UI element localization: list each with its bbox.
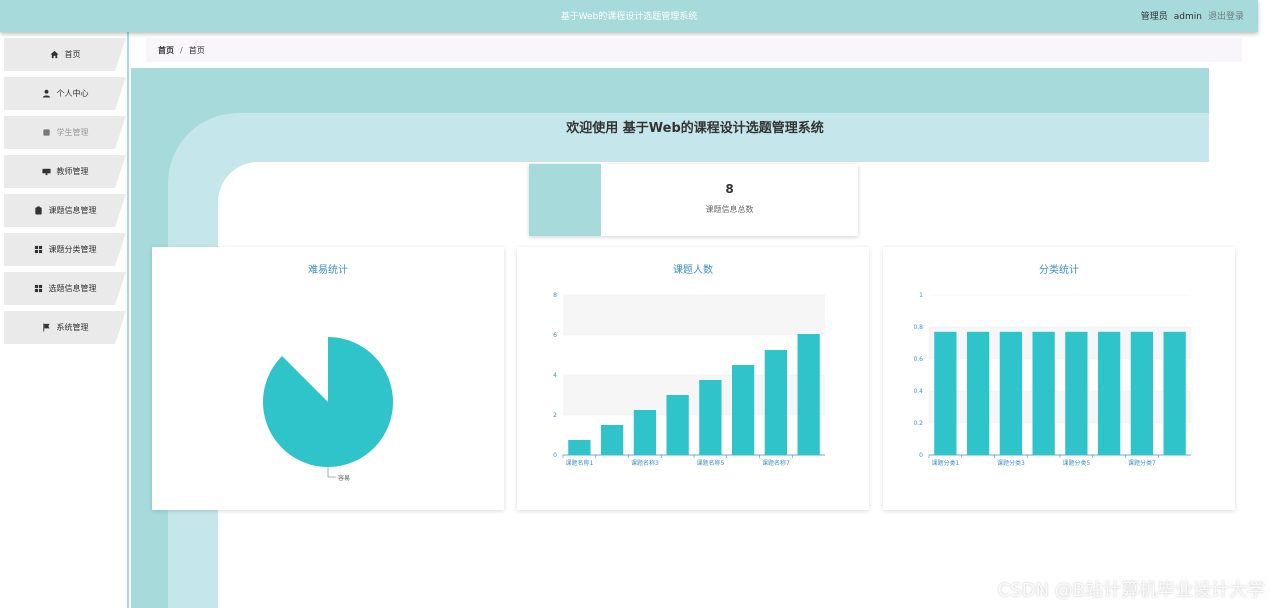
bar <box>1065 331 1088 455</box>
flag-icon <box>42 323 50 332</box>
user-role: 管理员 <box>1140 12 1168 22</box>
chart-card-category: 分类统计 0 0.2 0.4 0.6 0.8 1 课题分类1 课题分类3 课题分类5 课题分类7 <box>883 247 1235 510</box>
sidebar-item-label: 学生管理 <box>56 128 89 137</box>
bar <box>934 331 957 455</box>
sidebar-item-teachers[interactable]: 教师管理 <box>4 155 126 188</box>
breadcrumb: 首页 / 首页 <box>146 38 1242 62</box>
sidebar-item-label: 选题信息管理 <box>48 284 97 293</box>
student-icon <box>42 129 50 136</box>
breadcrumb-current: 首页 <box>188 45 205 55</box>
sidebar-item-home[interactable]: 首页 <box>4 38 126 71</box>
stat-label: 课题信息总数 <box>705 205 754 214</box>
grid-icon <box>34 284 42 293</box>
pie-label-line <box>327 467 336 478</box>
watermark: CSDN @B站计算机毕业设计大学 <box>997 580 1265 601</box>
sidebar-item-selection-info[interactable]: 选题信息管理 <box>4 272 126 305</box>
sidebar-item-label: 个人中心 <box>56 89 89 98</box>
pie-chart: 容易 <box>263 337 393 482</box>
clipboard-icon <box>34 206 42 215</box>
sidebar-item-label: 系统管理 <box>56 323 89 332</box>
bar-chart: 0 0.2 0.4 0.6 0.8 1 课题分类1 课题分类3 课题分类5 课题分类7 <box>913 292 1191 467</box>
home-icon <box>49 50 59 59</box>
y-tick-label: 0 <box>553 452 557 459</box>
breadcrumb-home[interactable]: 首页 <box>158 45 174 56</box>
x-tick-label: 课题分类3 <box>997 459 1025 467</box>
bar <box>1130 331 1154 455</box>
pie-label: 容易 <box>338 474 350 482</box>
welcome-heading: 欢迎使用 基于Web的课程设计选题管理系统 <box>566 121 824 136</box>
app-title: 基于Web的课程设计选题管理系统 <box>560 12 698 22</box>
bar <box>633 410 657 455</box>
stat-card-color-block <box>529 164 601 236</box>
bar <box>731 365 755 455</box>
sidebar-item-system[interactable]: 系统管理 <box>4 311 126 344</box>
x-tick-label: 课题名称5 <box>696 459 724 467</box>
y-tick-label: 0.2 <box>913 420 923 427</box>
y-tick-label: 4 <box>553 372 557 379</box>
bar <box>797 334 820 455</box>
stat-card-topic-total: 8 课题信息总数 <box>529 164 858 236</box>
y-tick-label: 6 <box>553 332 557 339</box>
bar <box>999 331 1023 455</box>
sidebar-item-students[interactable]: 学生管理 <box>4 116 126 149</box>
x-tick-label: 课题名称3 <box>631 459 659 467</box>
username: admin <box>1173 12 1202 22</box>
bar-chart: 0 2 4 6 8 课题名称1 课题名称3 课题名称5 课题名称7 <box>553 292 825 467</box>
top-header: 基于Web的课程设计选题管理系统 管理员 admin 退出登录 <box>0 0 1258 32</box>
sidebar: 首页 个人中心 学生管理 教师管理 课题信息管理 课题分类管理 选题信息管理 系… <box>0 32 129 608</box>
sidebar-item-label: 教师管理 <box>56 167 89 176</box>
y-tick-label: 0.4 <box>913 388 923 395</box>
grid-icon <box>34 245 42 254</box>
y-tick-label: 8 <box>553 292 557 299</box>
x-tick-label: 课题分类5 <box>1062 459 1090 467</box>
teacher-icon <box>41 168 51 176</box>
sidebar-item-topic-info[interactable]: 课题信息管理 <box>4 194 126 227</box>
x-tick-label: 课题名称1 <box>565 459 593 467</box>
bar <box>600 425 624 455</box>
y-tick-label: 0.8 <box>913 324 923 331</box>
bar <box>699 380 722 455</box>
bar <box>1032 331 1055 455</box>
bar <box>1097 331 1121 455</box>
y-tick-label: 0 <box>919 452 923 459</box>
sidebar-item-label: 课题分类管理 <box>48 245 97 254</box>
x-tick-label: 课题分类7 <box>1128 459 1156 467</box>
logout-link[interactable]: 退出登录 <box>1208 12 1244 22</box>
sidebar-item-profile[interactable]: 个人中心 <box>4 77 126 110</box>
stat-value: 8 <box>725 182 734 196</box>
y-tick-label: 1 <box>919 292 923 299</box>
bar <box>764 350 788 455</box>
breadcrumb-separator: / <box>180 45 183 55</box>
x-tick-label: 课题名称7 <box>762 459 790 467</box>
bar <box>568 440 591 455</box>
chart-card-difficulty: 难易统计 容易 <box>152 247 504 510</box>
sidebar-item-topic-category[interactable]: 课题分类管理 <box>4 233 126 266</box>
sidebar-item-label: 首页 <box>64 50 81 59</box>
user-area: 管理员 admin 退出登录 <box>1141 9 1244 22</box>
grid-band <box>563 295 825 335</box>
y-tick-label: 0.6 <box>913 356 923 363</box>
bar <box>966 331 990 455</box>
y-tick-label: 2 <box>553 412 557 419</box>
pie-slice <box>263 337 393 467</box>
user-icon <box>42 89 50 98</box>
bar <box>1163 331 1186 455</box>
chart-card-topic-headcount: 课题人数 0 2 4 6 8 课题名称1 课题名称3 课题名称5 课题名称7 <box>517 247 869 510</box>
x-tick-label: 课题分类1 <box>931 459 959 467</box>
sidebar-item-label: 课题信息管理 <box>48 206 97 215</box>
bar <box>666 395 689 455</box>
